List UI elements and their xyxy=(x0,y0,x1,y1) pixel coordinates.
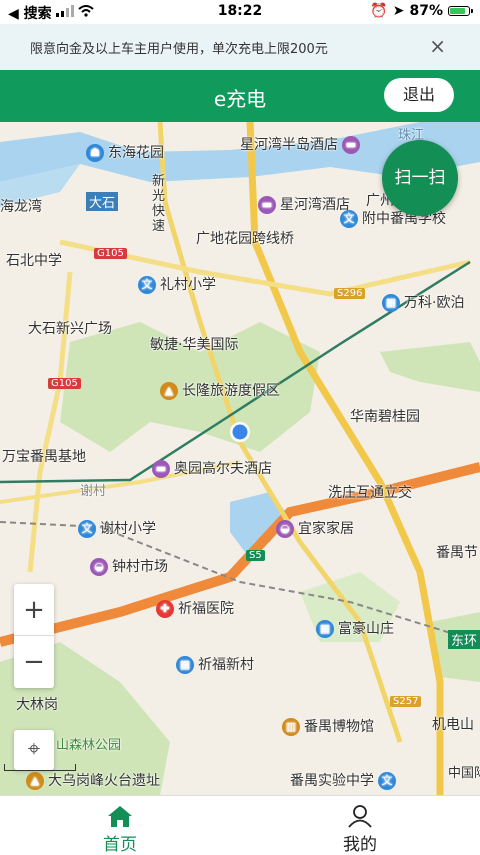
map-label[interactable]: ▦ 万科·欧泊 xyxy=(382,292,464,312)
road-tag-s257: S257 xyxy=(390,696,422,707)
map-label[interactable]: 大石新兴广场 xyxy=(28,318,112,338)
alarm-icon: ⏰ xyxy=(370,3,388,19)
map-label[interactable]: ▲ 大乌岗峰火台遗址 xyxy=(26,770,160,790)
road-tag-g105: G105 xyxy=(48,378,81,389)
road-label: 新光快速 xyxy=(152,174,166,234)
map-label[interactable]: ▬ 星河湾酒店 xyxy=(258,194,350,214)
building-icon: ▦ xyxy=(382,294,400,312)
hotel-icon: ▬ xyxy=(342,136,360,154)
battery-icon xyxy=(448,6,473,16)
map-label[interactable]: ▥ 番禺博物馆 xyxy=(282,716,374,736)
battery-percent: 87% xyxy=(409,3,443,19)
map-label[interactable]: ◒ 钟村市场 xyxy=(90,556,168,576)
zoom-controls: + − xyxy=(14,584,54,688)
shop-icon: ◒ xyxy=(276,520,294,538)
map-label[interactable]: ▲ 长隆旅游度假区 xyxy=(160,380,280,400)
hotel-icon: ▬ xyxy=(258,196,276,214)
notice-banner: 限意向金及以上车主用户使用，单次充电上限200元 × xyxy=(0,24,480,70)
hotel-icon: ▬ xyxy=(152,460,170,478)
map-label[interactable]: 中国际 xyxy=(448,762,480,781)
road-tag-s5: S5 xyxy=(246,550,265,561)
building-icon: ▦ xyxy=(316,620,334,638)
map-label[interactable]: 石北中学 xyxy=(6,250,62,270)
map-label[interactable]: 番禺实验中学文 xyxy=(290,770,400,790)
map-label[interactable]: 机电山 xyxy=(432,714,474,734)
tab-home-label: 首页 xyxy=(103,835,137,855)
logout-button[interactable]: 退出 xyxy=(384,78,454,112)
map-label[interactable]: 洗庄互通立交 xyxy=(328,482,412,502)
map-label[interactable]: ✚ 祈福医院 xyxy=(156,598,234,618)
scenic-icon: ▲ xyxy=(160,382,178,400)
school-icon: 文 xyxy=(378,772,396,790)
tab-mine[interactable]: 我的 xyxy=(240,796,480,855)
museum-icon: ▥ xyxy=(282,718,300,736)
map-view[interactable]: ☗ 东海花园 星河湾半岛酒店 ▬ 珠江 海龙湾 大石 ▬ 星河湾酒店 广州 文附中番禺… xyxy=(0,122,480,795)
scan-button[interactable]: 扫一扫 xyxy=(382,140,458,216)
market-icon: ◒ xyxy=(90,558,108,576)
status-right: ⏰ ➤ 87% xyxy=(370,3,473,19)
scenic-icon: ▲ xyxy=(26,772,44,790)
notice-text: 限意向金及以上车主用户使用，单次充电上限200元 xyxy=(30,42,328,57)
road-tag-g105: G105 xyxy=(94,248,127,259)
tab-bar: 首页 我的 xyxy=(0,795,480,855)
school-icon: 文 xyxy=(138,276,156,294)
map-label[interactable]: 星河湾半岛酒店 ▬ xyxy=(240,134,364,154)
map-label[interactable]: 谢村 xyxy=(80,480,106,499)
map-scale-bar xyxy=(4,764,76,771)
road-tag-s296: S296 xyxy=(334,288,366,299)
road-label: 东环 xyxy=(448,630,480,649)
zoom-in-button[interactable]: + xyxy=(14,584,54,636)
hospital-icon: ✚ xyxy=(156,600,174,618)
user-icon xyxy=(348,805,372,828)
area-label-dashi[interactable]: 大石 xyxy=(86,192,119,211)
map-label[interactable]: 华南碧桂园 xyxy=(350,406,420,426)
crosshair-icon: ⌖ xyxy=(27,737,41,762)
map-label[interactable]: 番禺节 xyxy=(436,542,478,562)
building-icon: ▦ xyxy=(176,656,194,674)
location-arrow-icon: ➤ xyxy=(392,3,405,19)
map-label[interactable]: 敏捷·华美国际 xyxy=(150,334,238,354)
map-label[interactable]: ◒ 宜家家居 xyxy=(276,518,354,538)
map-label[interactable]: ☗ 东海花园 xyxy=(86,142,164,162)
close-icon[interactable]: × xyxy=(429,34,446,58)
map-label[interactable]: ▦ 祈福新村 xyxy=(176,654,254,674)
home-icon xyxy=(108,806,132,827)
tab-mine-label: 我的 xyxy=(343,835,377,855)
map-label[interactable]: 海龙湾 xyxy=(0,196,42,216)
map-label[interactable]: 大林岗 xyxy=(16,694,58,714)
school-icon: 文 xyxy=(340,210,358,228)
school-icon: ☗ xyxy=(86,144,104,162)
map-label[interactable]: ▦ 富豪山庄 xyxy=(316,618,394,638)
map-label[interactable]: 广地花园跨线桥 xyxy=(196,228,294,248)
school-icon: 文 xyxy=(78,520,96,538)
tab-home[interactable]: 首页 xyxy=(0,796,240,855)
map-label[interactable]: 文谢村小学 xyxy=(78,518,156,538)
status-bar: ◀ 搜索 18:22 ⏰ ➤ 87% xyxy=(0,0,480,24)
park-label[interactable]: 山森林公园 xyxy=(56,734,121,753)
map-label[interactable]: 文礼村小学 xyxy=(138,274,216,294)
app-header: e充电 退出 xyxy=(0,70,480,122)
map-label[interactable]: ▬ 奥园高尔夫酒店 xyxy=(152,458,272,478)
map-label[interactable]: 万宝番禺基地 xyxy=(2,446,86,466)
zoom-out-button[interactable]: − xyxy=(14,636,54,688)
